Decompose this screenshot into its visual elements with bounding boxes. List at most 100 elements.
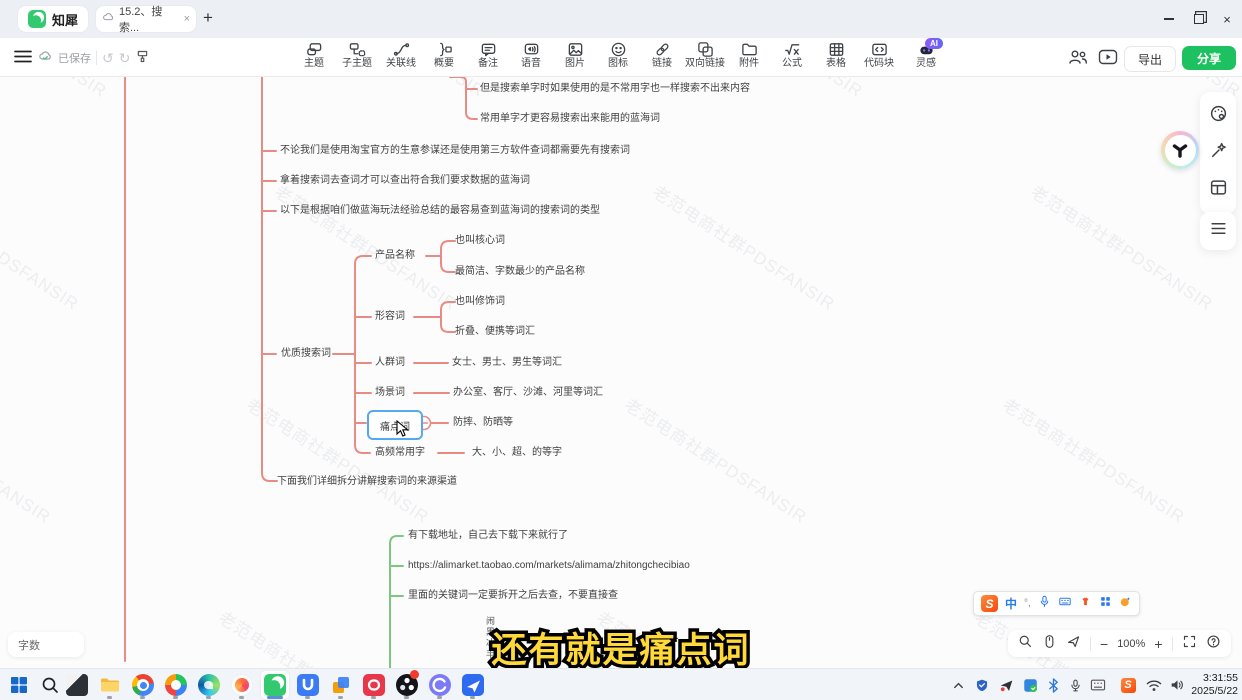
app-home-tab[interactable]: 知犀 xyxy=(18,6,88,32)
tool-summary[interactable]: 概要 xyxy=(422,41,466,74)
tool-formula[interactable]: 公式 xyxy=(770,41,814,74)
taskbar-app-orange[interactable] xyxy=(231,674,253,696)
node-split-keywords[interactable]: 里面的关键词一定要拆开之后去查，不要直接查 xyxy=(408,589,618,603)
tool-note[interactable]: 备注 xyxy=(466,41,510,74)
tab-close-icon[interactable]: × xyxy=(184,13,190,25)
node-fold-portable[interactable]: 折叠、便携等词汇 xyxy=(455,325,535,339)
redo-icon[interactable]: ↻ xyxy=(119,50,131,67)
node-crowd-examples[interactable]: 女士、男士、男生等词汇 xyxy=(452,356,562,370)
running-dot xyxy=(437,696,442,699)
tray-app-check-icon[interactable] xyxy=(1022,677,1038,693)
note-icon xyxy=(480,41,497,58)
ai-assistant-button[interactable] xyxy=(1161,131,1199,169)
magic-wand-icon[interactable] xyxy=(1209,141,1228,165)
ime-skin-icon[interactable] xyxy=(1079,595,1092,613)
node-quality-search-words[interactable]: 优质搜索词 xyxy=(281,347,331,361)
taskbar-search-icon[interactable] xyxy=(39,674,61,696)
tray-microphone-icon[interactable] xyxy=(1067,677,1083,693)
taskbar-zhixi-active[interactable] xyxy=(264,674,286,696)
node-scene-examples[interactable]: 办公室、客厅、沙滩、河里等词汇 xyxy=(453,386,603,400)
format-painter-icon[interactable] xyxy=(135,49,150,67)
sogou-logo-icon[interactable]: S xyxy=(981,595,998,612)
ime-mic-icon[interactable] xyxy=(1038,595,1051,613)
running-dot xyxy=(404,696,409,699)
taskbar-browser-360[interactable] xyxy=(165,674,187,696)
minimize-button[interactable] xyxy=(1160,10,1178,28)
node-single-word-1[interactable]: 但是搜索单字时如果使用的是不常用字也一样搜索不出来内容 xyxy=(480,82,750,96)
tool-table[interactable]: 表格 xyxy=(814,41,858,74)
taskbar-chrome[interactable] xyxy=(132,674,154,696)
image-icon xyxy=(567,41,584,58)
taskbar-app-rocket[interactable] xyxy=(462,674,484,696)
share-button[interactable]: 分享 xyxy=(1182,46,1236,70)
tool-code-block[interactable]: 代码块 xyxy=(857,41,901,74)
collaborators-icon[interactable] xyxy=(1068,48,1088,71)
table-icon xyxy=(828,41,845,58)
node-pain-word-selected[interactable]: 痛点词 xyxy=(367,410,423,440)
node-single-word-2[interactable]: 常用单字才更容易搜索出来能用的蓝海词 xyxy=(480,112,660,126)
taskbar-app-capture[interactable] xyxy=(66,674,88,696)
node-download-url[interactable]: https://alimarket.taobao.com/markets/ali… xyxy=(408,559,690,573)
watermark-text: 老范电商社群PDSFANSIR xyxy=(298,76,491,102)
close-button[interactable]: × xyxy=(1218,10,1236,28)
node-note-3[interactable]: 以下是根据咱们做蓝海玩法经验总结的最容易查到蓝海词的搜索词的类型 xyxy=(280,204,600,218)
ime-emoji-icon[interactable] xyxy=(1119,595,1132,613)
tool-topic[interactable]: 主题 xyxy=(292,41,336,74)
node-high-freq-word[interactable]: 高频常用字 xyxy=(375,446,425,460)
taskbar-app-squares[interactable] xyxy=(330,674,352,696)
restore-button[interactable] xyxy=(1190,10,1208,28)
taskbar-file-explorer[interactable] xyxy=(99,674,121,696)
tray-wifi-icon[interactable] xyxy=(1146,677,1162,693)
tray-security-shield-icon[interactable] xyxy=(974,677,990,693)
export-button[interactable]: 导出 xyxy=(1124,46,1176,72)
taskbar-app-lock[interactable] xyxy=(297,674,319,696)
taskbar-edge[interactable] xyxy=(198,674,220,696)
taskbar-obs[interactable] xyxy=(396,674,418,696)
node-scene-word[interactable]: 场景词 xyxy=(375,386,405,400)
undo-icon[interactable]: ↺ xyxy=(102,50,114,67)
node-download-note[interactable]: 有下载地址，自己去下载下来就行了 xyxy=(408,529,568,543)
node-pain-examples[interactable]: 防摔、防晒等 xyxy=(453,416,513,430)
taskbar-app-purple[interactable] xyxy=(429,674,451,696)
tool-sticker[interactable]: 图标 xyxy=(596,41,640,74)
node-next-note[interactable]: 下面我们详细拆分讲解搜索词的来源渠道 xyxy=(277,475,457,489)
tool-link[interactable]: 链接 xyxy=(640,41,684,74)
tray-bluetooth-icon[interactable] xyxy=(1045,677,1061,693)
palette-icon[interactable] xyxy=(1209,104,1228,128)
ime-punctuation[interactable]: °, xyxy=(1024,598,1031,609)
tray-sogou-icon[interactable]: S xyxy=(1120,677,1136,693)
tray-volume-icon[interactable] xyxy=(1169,677,1185,693)
taskbar-start-button[interactable] xyxy=(8,674,30,696)
node-adjective[interactable]: 形容词 xyxy=(375,310,405,324)
new-tab-button[interactable]: + xyxy=(198,8,218,28)
tool-bidirectional-link[interactable]: 双向链接 xyxy=(683,41,727,74)
tool-voice[interactable]: 语音 xyxy=(509,41,553,74)
tray-telegram-icon[interactable] xyxy=(998,677,1014,693)
node-core-word[interactable]: 也叫核心词 xyxy=(455,234,505,248)
ime-keyboard-icon[interactable] xyxy=(1058,595,1072,613)
video-tutorial-icon[interactable] xyxy=(1098,48,1118,71)
node-note-2[interactable]: 拿着搜索词去查词才可以查出符合我们要求数据的蓝海词 xyxy=(280,174,530,188)
outline-icon[interactable] xyxy=(1209,219,1228,243)
node-product-name[interactable]: 产品名称 xyxy=(375,249,415,263)
tool-relation-line[interactable]: 关联线 xyxy=(379,41,423,74)
layout-icon[interactable] xyxy=(1209,178,1228,202)
taskbar-app-red[interactable] xyxy=(363,674,385,696)
node-modifier[interactable]: 也叫修饰词 xyxy=(455,295,505,309)
tray-ime-indicator-icon[interactable] xyxy=(1090,677,1106,693)
mindmap-canvas[interactable]: 老范电商社群PDSFANSIR老范电商社群PDSFANSIR老范电商社群PDSF… xyxy=(0,76,1242,668)
ime-toolbar[interactable]: S 中 °, xyxy=(973,591,1140,616)
node-high-freq-examples[interactable]: 大、小、超、的等字 xyxy=(472,446,562,460)
tray-expand-icon[interactable] xyxy=(950,677,966,693)
tool-subtopic[interactable]: 子主题 xyxy=(335,41,379,74)
ime-toolbox-icon[interactable] xyxy=(1099,595,1112,613)
tool-attachment[interactable]: 附件 xyxy=(727,41,771,74)
ime-mode-chinese[interactable]: 中 xyxy=(1005,595,1017,612)
node-shortest-name[interactable]: 最简洁、字数最少的产品名称 xyxy=(455,265,585,279)
menu-hamburger-icon[interactable] xyxy=(14,49,34,69)
document-tab[interactable]: 15.2、搜索... × xyxy=(96,6,196,32)
tool-image[interactable]: 图片 xyxy=(553,41,597,74)
tray-clock[interactable]: 3:31:55 2025/5/22 xyxy=(1186,672,1238,698)
node-note-1[interactable]: 不论我们是使用淘宝官方的生意参谋还是使用第三方软件查词都需要先有搜索词 xyxy=(280,144,630,158)
node-crowd-word[interactable]: 人群词 xyxy=(375,356,405,370)
